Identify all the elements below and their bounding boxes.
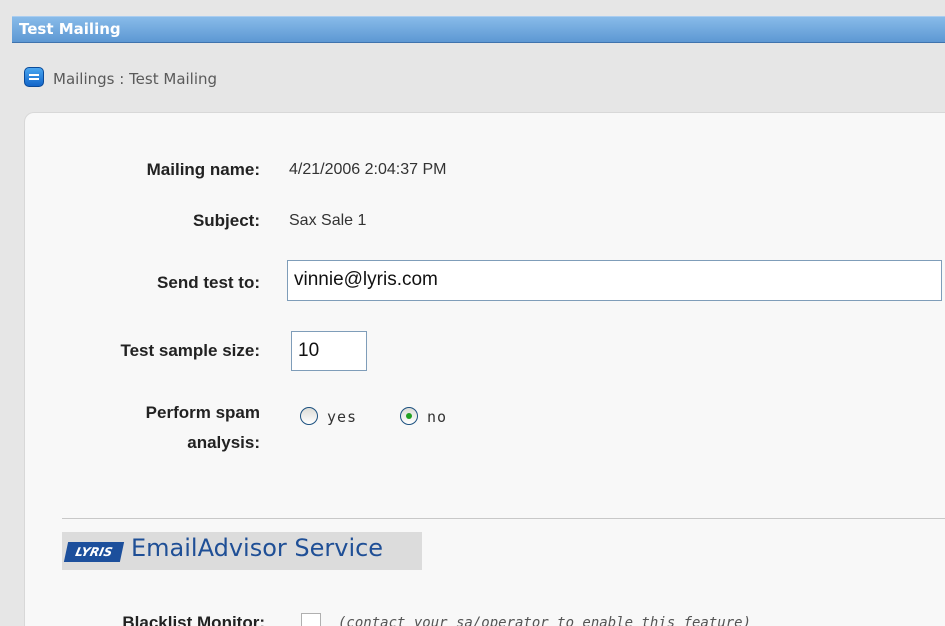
mailing-icon (24, 67, 44, 87)
spam-no-radio[interactable] (400, 407, 418, 425)
radio-selected-dot (406, 413, 412, 419)
blacklist-monitor-label: Blacklist Monitor: (122, 613, 265, 626)
email-advisor-title: EmailAdvisor Service (131, 534, 384, 562)
blacklist-monitor-checkbox[interactable] (301, 613, 321, 626)
blacklist-note-clip: (contact your sa/operator to enable this… (338, 611, 938, 626)
lyris-logo: LYRIS (63, 542, 125, 562)
blacklist-label-clip: Blacklist Monitor: (60, 611, 265, 626)
sample-size-label: Test sample size: (120, 341, 260, 360)
email-advisor-banner: LYRIS EmailAdvisor Service (62, 532, 422, 570)
sample-size-field[interactable]: 10 (291, 331, 367, 371)
send-test-email-field[interactable]: vinnie@lyris.com (287, 260, 942, 301)
spam-analysis-label-line1: Perform spam (145, 403, 260, 422)
subject-label: Subject: (192, 211, 260, 230)
send-test-label: Send test to: (157, 273, 260, 292)
section-divider (62, 518, 945, 519)
breadcrumb[interactable]: Mailings : Test Mailing (53, 70, 217, 88)
window-titlebar: Test Mailing (12, 16, 945, 43)
mailing-name-value: 4/21/2006 2:04:37 PM (289, 161, 447, 178)
spam-no-label[interactable]: no (427, 408, 447, 426)
spam-analysis-label-line2: analysis: (187, 433, 260, 452)
spam-yes-radio[interactable] (300, 407, 318, 425)
mailing-name-label: Mailing name: (146, 160, 260, 179)
blacklist-monitor-note: (contact your sa/operator to enable this… (338, 615, 752, 626)
spam-yes-label[interactable]: yes (327, 408, 357, 426)
window-title: Test Mailing (19, 20, 121, 38)
subject-value: Sax Sale 1 (289, 212, 367, 229)
